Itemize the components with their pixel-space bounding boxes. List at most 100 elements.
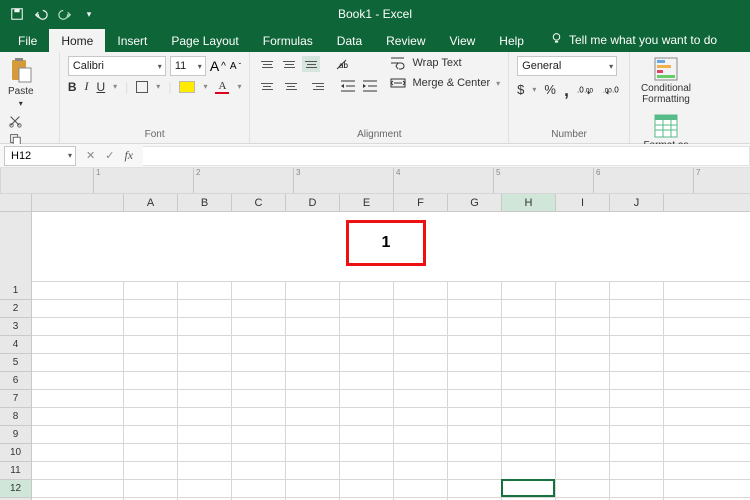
cell[interactable] xyxy=(232,300,286,317)
cell[interactable] xyxy=(286,336,340,353)
wrap-text-button[interactable]: Wrap Text xyxy=(390,56,500,70)
cell[interactable] xyxy=(124,444,178,461)
cell[interactable] xyxy=(232,372,286,389)
cell[interactable] xyxy=(502,444,556,461)
cell[interactable] xyxy=(124,300,178,317)
column-header-F[interactable]: F xyxy=(394,194,448,211)
row-header-5[interactable]: 5 xyxy=(0,354,31,372)
increase-indent-icon[interactable] xyxy=(362,79,378,93)
tab-page-layout[interactable]: Page Layout xyxy=(159,29,250,52)
cell[interactable] xyxy=(502,390,556,407)
cell[interactable] xyxy=(232,444,286,461)
cut-icon[interactable] xyxy=(8,114,22,128)
cell[interactable] xyxy=(610,480,664,497)
cell[interactable] xyxy=(448,300,502,317)
cell[interactable] xyxy=(610,318,664,335)
row-header-9[interactable]: 9 xyxy=(0,426,31,444)
tell-me-search[interactable]: Tell me what you want to do xyxy=(536,32,725,52)
cell[interactable] xyxy=(448,444,502,461)
comma-format-icon[interactable]: , xyxy=(564,85,569,95)
align-bottom-icon[interactable] xyxy=(302,56,320,72)
cell[interactable] xyxy=(502,318,556,335)
cell[interactable] xyxy=(340,300,394,317)
cell[interactable] xyxy=(286,444,340,461)
row-header-6[interactable]: 6 xyxy=(0,372,31,390)
cell[interactable] xyxy=(124,282,178,299)
cell[interactable] xyxy=(610,408,664,425)
cell[interactable] xyxy=(448,462,502,479)
column-header-J[interactable]: J xyxy=(610,194,664,211)
cell[interactable] xyxy=(286,462,340,479)
cell[interactable] xyxy=(448,318,502,335)
cell[interactable] xyxy=(394,426,448,443)
cell[interactable] xyxy=(394,390,448,407)
cell[interactable] xyxy=(556,336,610,353)
cell[interactable] xyxy=(394,480,448,497)
row-header-10[interactable]: 10 xyxy=(0,444,31,462)
cell[interactable] xyxy=(178,318,232,335)
cell[interactable] xyxy=(502,282,556,299)
cell[interactable] xyxy=(286,390,340,407)
row-header-1[interactable]: 1 xyxy=(0,282,31,300)
row-header-12[interactable]: 12 xyxy=(0,480,31,498)
column-header-B[interactable]: B xyxy=(178,194,232,211)
column-header-G[interactable]: G xyxy=(448,194,502,211)
cell[interactable] xyxy=(556,372,610,389)
cell[interactable] xyxy=(124,408,178,425)
cell[interactable] xyxy=(394,462,448,479)
column-header-D[interactable]: D xyxy=(286,194,340,211)
cell[interactable] xyxy=(502,462,556,479)
cell[interactable] xyxy=(448,426,502,443)
align-left-icon[interactable] xyxy=(258,78,276,94)
cell[interactable] xyxy=(340,390,394,407)
cell[interactable] xyxy=(394,318,448,335)
tab-formulas[interactable]: Formulas xyxy=(251,29,325,52)
tab-data[interactable]: Data xyxy=(325,29,374,52)
cell[interactable] xyxy=(556,444,610,461)
bold-button[interactable]: B xyxy=(68,80,77,94)
insert-function-icon[interactable]: fx xyxy=(124,148,133,163)
cell[interactable] xyxy=(556,462,610,479)
tab-help[interactable]: Help xyxy=(487,29,536,52)
cell[interactable] xyxy=(502,480,556,497)
cell[interactable] xyxy=(286,300,340,317)
accounting-format-icon[interactable]: $ xyxy=(517,82,524,97)
tab-review[interactable]: Review xyxy=(374,29,437,52)
cell[interactable] xyxy=(502,426,556,443)
row-header-3[interactable]: 3 xyxy=(0,318,31,336)
column-header-I[interactable]: I xyxy=(556,194,610,211)
cell[interactable] xyxy=(340,480,394,497)
cell[interactable] xyxy=(232,426,286,443)
cell[interactable] xyxy=(610,372,664,389)
tab-view[interactable]: View xyxy=(438,29,488,52)
cell[interactable] xyxy=(232,408,286,425)
cell[interactable] xyxy=(124,354,178,371)
cell[interactable] xyxy=(448,372,502,389)
number-format-combo[interactable]: General xyxy=(517,56,617,76)
cell[interactable] xyxy=(556,480,610,497)
row-header-11[interactable]: 11 xyxy=(0,462,31,480)
cell[interactable] xyxy=(124,318,178,335)
increase-font-icon[interactable]: A^ xyxy=(210,58,226,74)
cell[interactable] xyxy=(448,336,502,353)
column-header-C[interactable]: C xyxy=(232,194,286,211)
cell[interactable] xyxy=(232,336,286,353)
cell[interactable] xyxy=(124,390,178,407)
row-header-4[interactable]: 4 xyxy=(0,336,31,354)
cell[interactable] xyxy=(286,480,340,497)
cell[interactable] xyxy=(178,426,232,443)
cell[interactable] xyxy=(178,390,232,407)
cell[interactable] xyxy=(286,318,340,335)
redo-icon[interactable] xyxy=(58,7,72,21)
cell[interactable] xyxy=(394,372,448,389)
cell[interactable] xyxy=(556,390,610,407)
row-header-7[interactable]: 7 xyxy=(0,390,31,408)
cell[interactable] xyxy=(178,336,232,353)
column-header-E[interactable]: E xyxy=(340,194,394,211)
cell[interactable] xyxy=(178,444,232,461)
cell[interactable] xyxy=(556,426,610,443)
cell[interactable] xyxy=(610,462,664,479)
cell[interactable] xyxy=(448,408,502,425)
cell[interactable] xyxy=(340,354,394,371)
merge-center-button[interactable]: Merge & Center ▾ xyxy=(390,76,500,90)
